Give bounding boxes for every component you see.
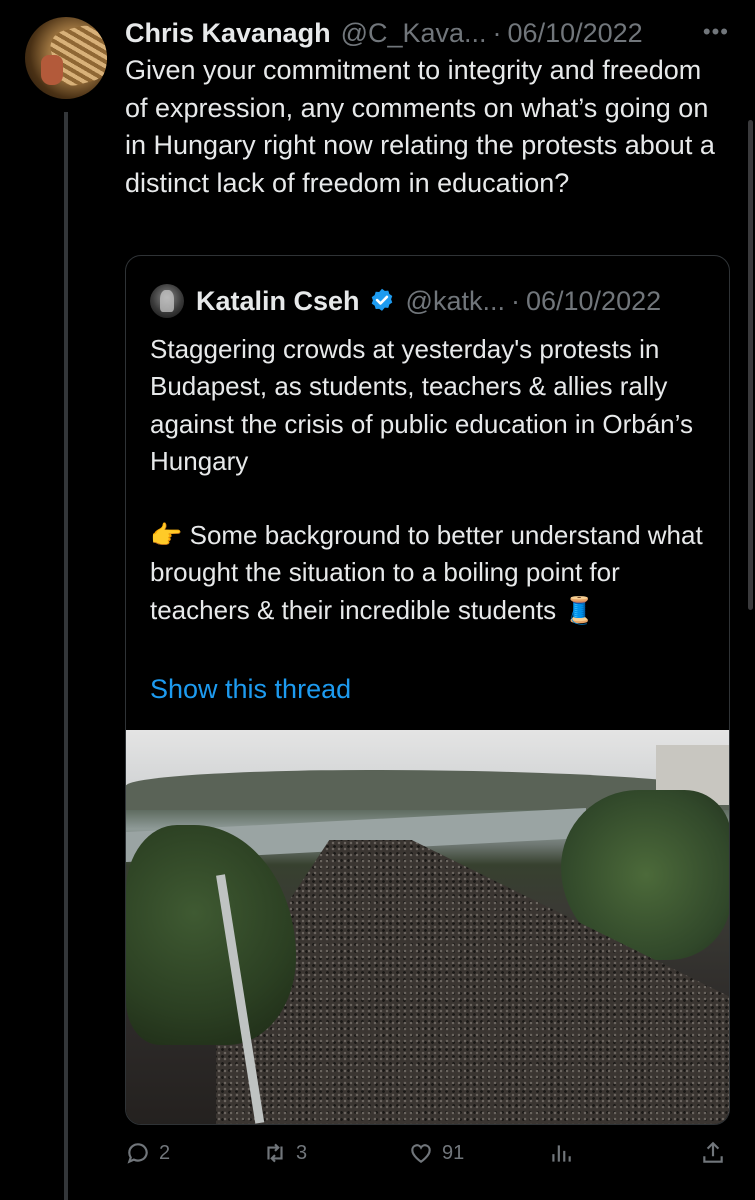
quoted-author-handle[interactable]: @katk... xyxy=(406,286,505,317)
show-thread-link[interactable]: Show this thread xyxy=(150,674,351,705)
author-handle[interactable]: @C_Kava... xyxy=(341,18,487,49)
retweet-icon xyxy=(267,1143,283,1163)
verified-icon xyxy=(371,288,392,311)
reply-button[interactable]: 2 xyxy=(125,1140,170,1166)
share-button[interactable] xyxy=(700,1140,726,1166)
quoted-author-name[interactable]: Katalin Cseh xyxy=(196,286,360,317)
like-count: 91 xyxy=(442,1141,465,1164)
reply-icon xyxy=(127,1143,148,1164)
retweet-button[interactable]: 3 xyxy=(262,1140,307,1166)
tweet-header: Chris Kavanagh @C_Kava... · 06/10/2022 xyxy=(125,16,643,50)
views-button[interactable] xyxy=(548,1140,574,1166)
photo-trees-left xyxy=(126,825,296,1045)
tweet-actions: 2 3 91 xyxy=(0,1140,755,1180)
quoted-tweet-text: Staggering crowds at yesterday's protest… xyxy=(150,331,710,629)
more-icon[interactable]: ••• xyxy=(703,19,729,45)
quoted-tweet-date[interactable]: 06/10/2022 xyxy=(526,286,661,317)
quoted-tweet-paragraph: Staggering crowds at yesterday's protest… xyxy=(150,334,693,476)
thread-line xyxy=(64,112,68,1200)
share-icon xyxy=(703,1141,723,1163)
separator-dot: · xyxy=(510,285,520,316)
quoted-tweet-paragraph: 👉 Some background to better understand w… xyxy=(150,520,703,625)
author-avatar[interactable] xyxy=(25,17,107,99)
separator-dot: · xyxy=(492,17,502,48)
reply-count: 2 xyxy=(159,1141,171,1164)
like-icon xyxy=(411,1144,431,1163)
author-name[interactable]: Chris Kavanagh xyxy=(125,18,331,49)
scrollbar[interactable] xyxy=(748,120,753,610)
quoted-tweet-header: Katalin Cseh @katk... · 06/10/2022 xyxy=(150,284,661,318)
quoted-author-avatar[interactable] xyxy=(150,284,184,318)
like-button[interactable]: 91 xyxy=(408,1140,464,1166)
tweet-date[interactable]: 06/10/2022 xyxy=(508,18,643,49)
tweet-text: Given your commitment to integrity and f… xyxy=(125,55,715,198)
retweet-count: 3 xyxy=(296,1141,308,1164)
quoted-tweet[interactable]: Katalin Cseh @katk... · 06/10/2022 Stagg… xyxy=(125,255,730,1125)
protest-photo[interactable] xyxy=(126,730,729,1124)
views-icon xyxy=(552,1145,571,1162)
avatar-image-detail xyxy=(41,55,63,85)
